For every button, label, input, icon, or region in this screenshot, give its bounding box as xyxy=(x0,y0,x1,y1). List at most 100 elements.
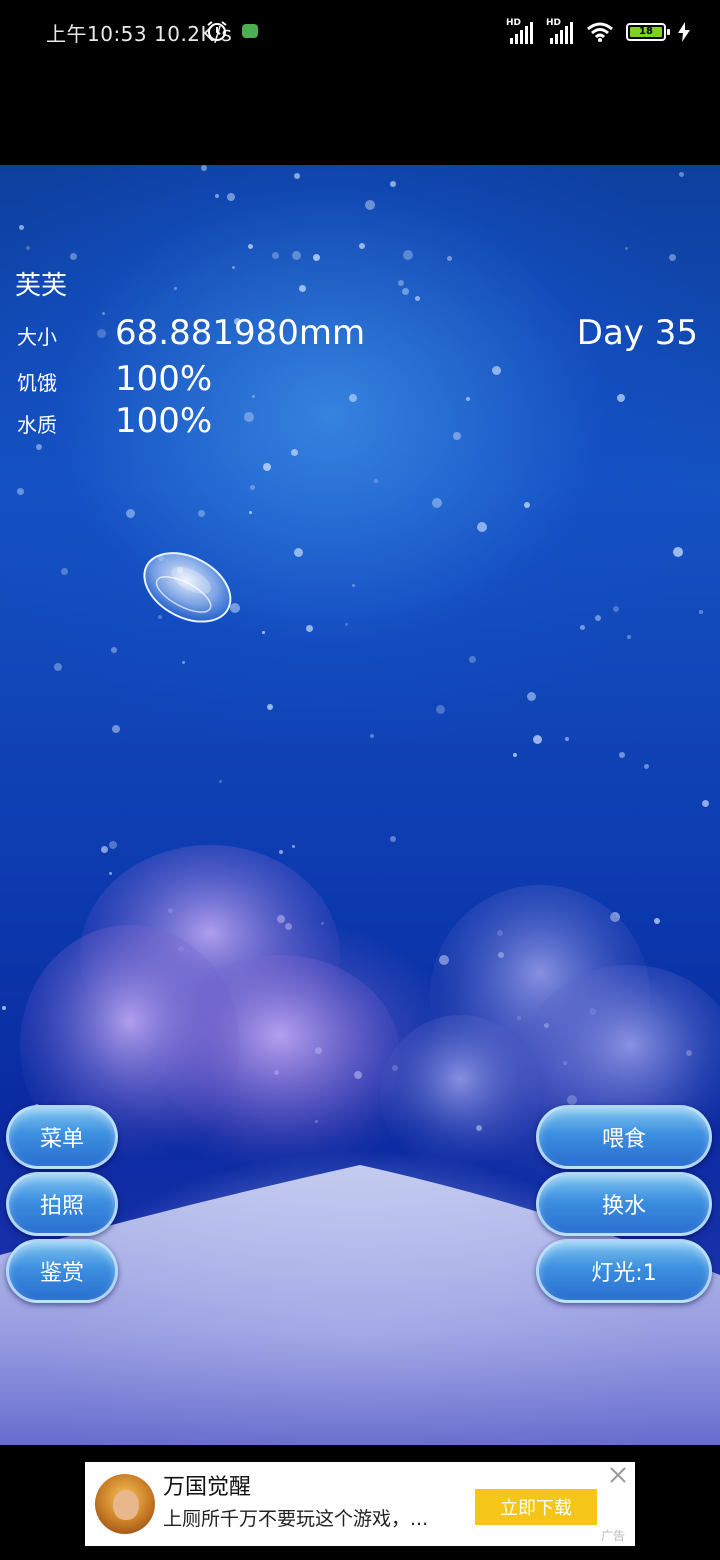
ad-banner[interactable]: 万国觉醒 上厕所千万不要玩这个游戏，... 立即下载 广告 xyxy=(85,1462,635,1546)
water-particle xyxy=(359,243,365,249)
water-particle xyxy=(248,244,253,249)
gallery-button[interactable]: 鉴赏 xyxy=(6,1239,118,1303)
water-quality-value: 100% xyxy=(115,401,213,441)
water-quality-label: 水质 xyxy=(17,413,57,437)
water-particle xyxy=(126,509,135,518)
water-particle xyxy=(244,412,254,422)
water-particle xyxy=(390,181,396,187)
water-particle xyxy=(453,432,461,440)
water-particle xyxy=(111,647,117,653)
ad-bar: 万国觉醒 上厕所千万不要玩这个游戏，... 立即下载 广告 xyxy=(0,1445,720,1560)
water-particle xyxy=(527,692,536,701)
water-particle xyxy=(492,366,501,375)
aquarium-scene[interactable]: 芙芙 大小 68.881980mm 饥饿 100% 水质 100% Day 35… xyxy=(0,165,720,1445)
water-particle xyxy=(272,252,279,259)
alarm-icon xyxy=(207,21,227,41)
water-particle xyxy=(617,394,625,402)
size-value: 68.881980mm xyxy=(115,313,366,353)
water-particle xyxy=(365,200,375,210)
water-particle xyxy=(182,661,185,664)
size-label: 大小 xyxy=(17,325,57,349)
light-button[interactable]: 灯光:1 xyxy=(536,1239,712,1303)
water-particle xyxy=(70,253,77,260)
water-particle xyxy=(294,173,300,179)
water-particle xyxy=(595,615,601,621)
water-particle xyxy=(174,287,177,290)
water-particle xyxy=(294,548,303,557)
water-particle xyxy=(291,449,298,456)
change-water-button[interactable]: 换水 xyxy=(536,1172,712,1236)
water-particle xyxy=(466,397,470,401)
water-particle xyxy=(299,285,306,292)
day-counter: Day 35 xyxy=(576,313,698,353)
status-time-speed: 上午10:53 10.2K/s xyxy=(46,22,233,46)
jellyfish[interactable] xyxy=(134,545,238,635)
water-particle xyxy=(679,172,684,177)
water-particle xyxy=(252,395,255,398)
water-particle xyxy=(215,194,219,198)
water-particle xyxy=(112,725,120,733)
size-row: 大小 68.881980mm xyxy=(17,313,365,353)
water-particle xyxy=(619,752,625,758)
water-particle xyxy=(262,631,265,634)
water-particle xyxy=(513,753,517,757)
water-particle xyxy=(374,479,378,483)
water-particle xyxy=(250,485,255,490)
water-quality-row: 水质 100% xyxy=(17,401,212,441)
water-particle xyxy=(469,656,476,663)
ad-description: 上厕所千万不要玩这个游戏，... xyxy=(163,1508,429,1530)
water-particle xyxy=(533,735,542,744)
water-particle xyxy=(313,254,320,261)
hunger-row: 饥饿 100% xyxy=(17,359,212,399)
water-particle xyxy=(403,250,413,260)
game-logo-icon xyxy=(95,1474,155,1534)
water-particle xyxy=(306,625,313,632)
water-particle xyxy=(201,165,207,171)
water-particle xyxy=(345,623,348,626)
water-particle xyxy=(398,280,404,286)
water-particle xyxy=(227,193,235,201)
water-particle xyxy=(292,251,301,260)
water-particle xyxy=(436,705,445,714)
water-particle xyxy=(198,510,205,517)
water-particle xyxy=(36,444,42,450)
water-particle xyxy=(390,836,396,842)
water-particle xyxy=(17,488,24,495)
menu-button[interactable]: 菜单 xyxy=(6,1105,118,1169)
water-particle xyxy=(613,606,619,612)
water-particle xyxy=(669,254,676,261)
water-particle xyxy=(565,737,569,741)
hunger-value: 100% xyxy=(115,359,213,399)
water-particle xyxy=(349,394,357,402)
water-particle xyxy=(249,511,252,514)
water-particle xyxy=(415,296,420,301)
close-icon[interactable] xyxy=(609,1466,627,1484)
app-notification-icon xyxy=(242,24,258,38)
ad-download-button[interactable]: 立即下载 xyxy=(475,1489,597,1525)
water-particle xyxy=(370,734,374,738)
water-particle xyxy=(19,225,24,230)
water-particle xyxy=(26,246,30,250)
water-particle xyxy=(219,780,222,783)
charging-icon xyxy=(678,22,690,42)
water-particle xyxy=(699,610,703,614)
water-particle xyxy=(580,625,585,630)
water-particle xyxy=(702,800,709,807)
pet-name: 芙芙 xyxy=(15,271,68,301)
battery-level: 18 xyxy=(639,26,653,37)
hd-signal-icon: HD xyxy=(506,18,534,44)
battery-icon: 18 xyxy=(626,23,670,41)
water-particle xyxy=(447,256,452,261)
hunger-label: 饥饿 xyxy=(17,371,57,395)
water-particle xyxy=(644,764,649,769)
hd-signal-icon: HD xyxy=(546,18,574,44)
water-particle xyxy=(352,584,355,587)
ad-title: 万国觉醒 xyxy=(163,1475,252,1500)
feed-button[interactable]: 喂食 xyxy=(536,1105,712,1169)
water-particle xyxy=(402,288,409,295)
water-particle xyxy=(477,522,487,532)
photo-button[interactable]: 拍照 xyxy=(6,1172,118,1236)
wifi-icon xyxy=(587,22,613,42)
water-particle xyxy=(61,568,68,575)
water-particle xyxy=(524,502,530,508)
